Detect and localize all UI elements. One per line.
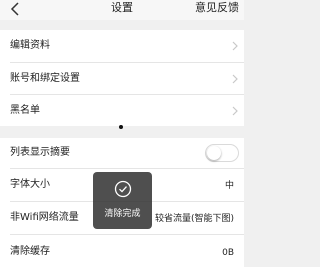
row-list-summary-label: 列表显示摘要 (10, 147, 70, 158)
row-account-binding[interactable]: 账号和绑定设置 (0, 63, 244, 94)
row-edit-profile-label: 编辑资料 (10, 40, 50, 51)
toast-clear-done: 清除完成 (93, 172, 152, 229)
check-circle-icon (114, 180, 132, 198)
row-blacklist[interactable]: 黑名单 (0, 95, 244, 126)
row-font-size-label: 字体大小 (10, 179, 50, 190)
row-edit-profile[interactable]: 编辑资料 (0, 30, 244, 62)
toast-message: 清除完成 (104, 209, 141, 219)
chevron-right-icon (232, 106, 238, 116)
row-font-size-value: 中 (224, 181, 234, 191)
row-blacklist-label: 黑名单 (10, 105, 40, 116)
row-non-wifi-traffic-label: 非Wifi网络流量 (10, 212, 79, 223)
row-account-binding-label: 账号和绑定设置 (10, 73, 80, 84)
feedback-button[interactable]: 意见反馈 (195, 1, 239, 15)
row-clear-cache-value: 0B (222, 248, 234, 258)
row-list-summary[interactable]: 列表显示摘要 (0, 138, 244, 168)
list-summary-toggle[interactable] (205, 144, 239, 162)
settings-group-account: 编辑资料 账号和绑定设置 黑名单 (0, 30, 244, 126)
toggle-knob (207, 146, 221, 160)
row-clear-cache-label: 清除缓存 (10, 246, 50, 257)
chevron-right-icon (232, 41, 238, 51)
row-clear-cache[interactable]: 清除缓存 0B (0, 235, 244, 267)
row-non-wifi-traffic-value: 较省流量(智能下图) (154, 214, 234, 224)
chevron-right-icon (232, 74, 238, 84)
touch-indicator-dot (119, 125, 123, 129)
top-bar: 设置 意见反馈 (0, 0, 244, 20)
